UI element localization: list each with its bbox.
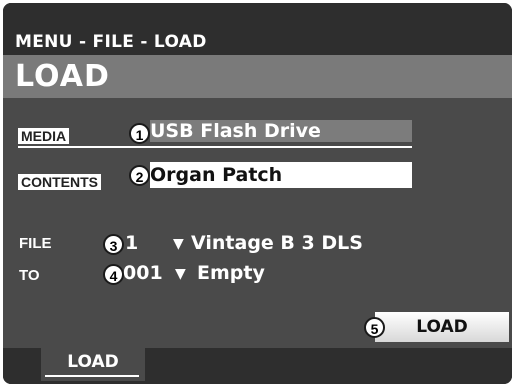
contents-label: CONTENTS	[18, 174, 101, 190]
breadcrumb: MENU - FILE - LOAD	[15, 32, 207, 52]
main-panel: MEDIA USB Flash Drive 1 CONTENTS Organ P…	[3, 98, 512, 348]
callout-4-badge: 4	[103, 264, 124, 285]
bottom-tab-bar: LOAD	[3, 348, 512, 384]
callout-5-badge: 5	[364, 317, 385, 338]
to-number[interactable]: 001	[123, 262, 163, 284]
display-screen: MENU - FILE - LOAD LOAD MEDIA USB Flash …	[3, 3, 512, 384]
title-bar: LOAD	[3, 55, 512, 98]
top-bar	[3, 3, 512, 29]
tab-load-underline	[45, 375, 139, 377]
contents-value[interactable]: Organ Patch	[150, 162, 412, 188]
file-number[interactable]: 1	[125, 232, 138, 254]
page-title: LOAD	[15, 59, 110, 94]
file-name: Vintage B 3 DLS	[191, 232, 363, 254]
callout-3-badge: 3	[103, 234, 124, 255]
file-label: FILE	[19, 235, 52, 252]
to-label: TO	[19, 267, 40, 284]
file-dropdown-arrow-icon[interactable]: ▼	[173, 236, 184, 252]
callout-1-badge: 1	[129, 123, 150, 144]
callout-2-badge: 2	[129, 165, 150, 186]
media-value[interactable]: USB Flash Drive	[150, 120, 412, 142]
media-underline	[18, 146, 412, 148]
load-button[interactable]: LOAD	[375, 312, 509, 342]
to-dropdown-arrow-icon[interactable]: ▼	[175, 266, 186, 282]
to-name: Empty	[197, 262, 265, 284]
media-label: MEDIA	[18, 128, 70, 144]
